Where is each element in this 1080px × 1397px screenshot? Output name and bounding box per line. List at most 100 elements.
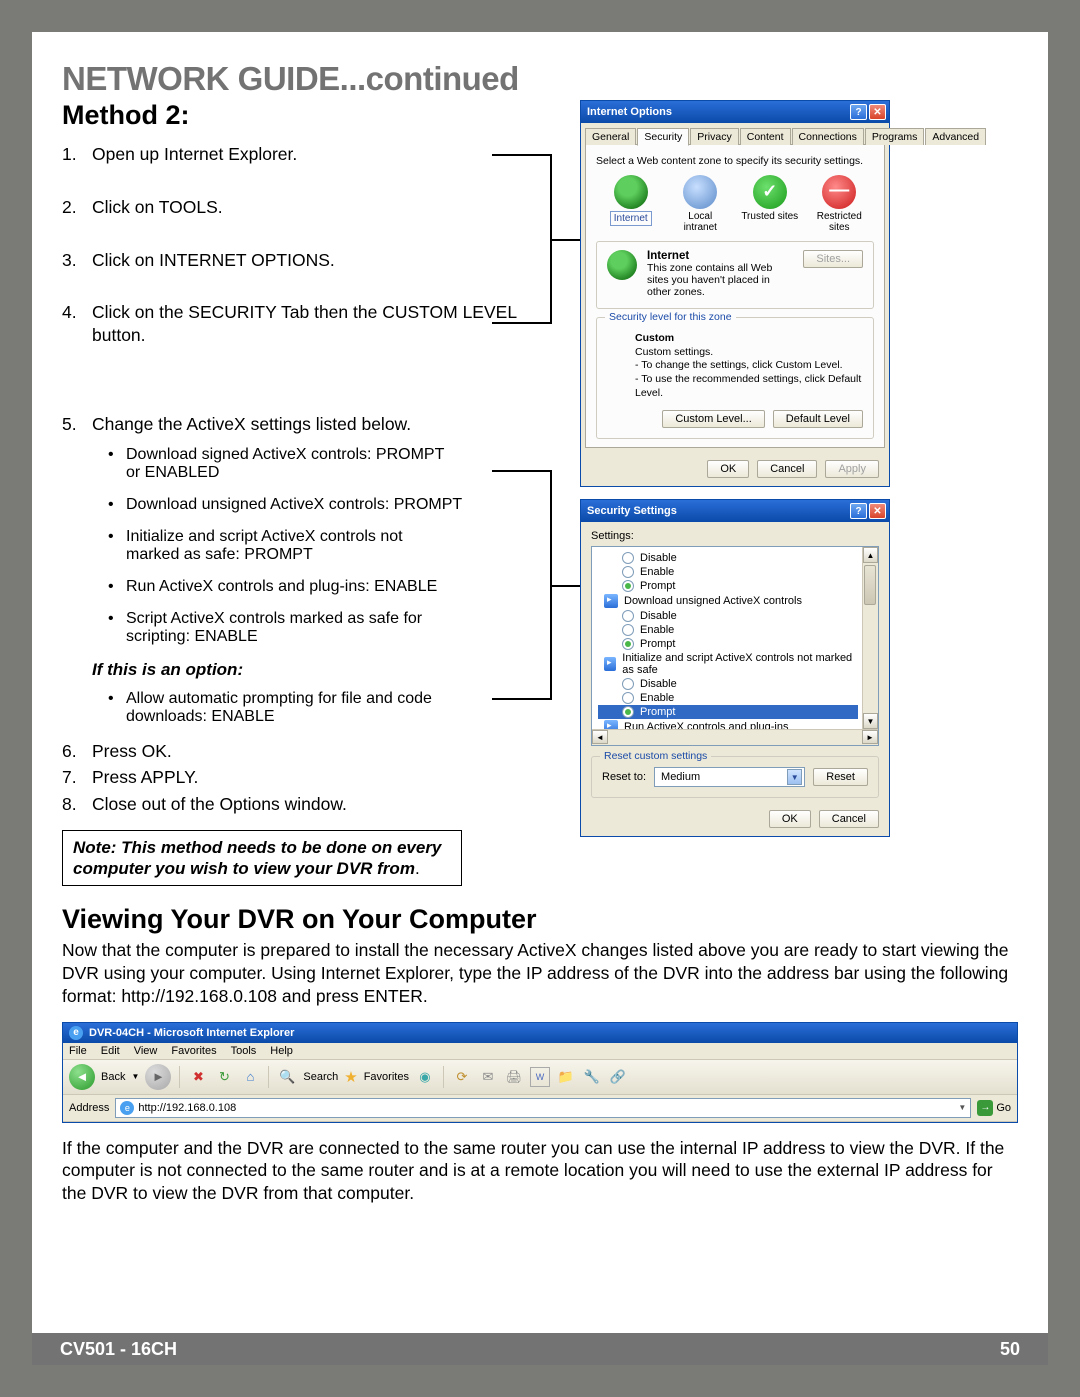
menu-tools[interactable]: Tools xyxy=(231,1045,257,1057)
window-titlebar: Internet Options ? ✕ xyxy=(581,101,889,123)
print-icon[interactable]: 🖨 xyxy=(504,1067,524,1087)
bracket-connector xyxy=(492,470,552,700)
zone-detail-fieldset: Internet This zone contains all Web site… xyxy=(596,241,874,309)
radio-icon[interactable] xyxy=(622,624,634,636)
menu-help[interactable]: Help xyxy=(270,1045,293,1057)
close-button[interactable]: ✕ xyxy=(869,503,886,519)
stop-icon[interactable]: ✖ xyxy=(188,1067,208,1087)
link-icon[interactable]: 🔗 xyxy=(608,1067,628,1087)
activex-icon xyxy=(604,594,618,608)
footer-page-number: 50 xyxy=(1000,1339,1020,1360)
viewing-paragraph-1: Now that the computer is prepared to ins… xyxy=(62,939,1018,1007)
chevron-down-icon[interactable]: ▼ xyxy=(958,1103,966,1112)
tab-content[interactable]: Content xyxy=(740,128,791,145)
globe-icon xyxy=(614,175,648,209)
radio-icon[interactable] xyxy=(622,566,634,578)
menu-favorites[interactable]: Favorites xyxy=(171,1045,216,1057)
menu-file[interactable]: File xyxy=(69,1045,87,1057)
close-button[interactable]: ✕ xyxy=(869,104,886,120)
activex-icon xyxy=(604,657,616,671)
manual-page: NETWORK GUIDE...continued Method 2: 1.Op… xyxy=(32,32,1048,1365)
scrollbar-vertical[interactable]: ▲ ▼ xyxy=(862,547,878,729)
cancel-button[interactable]: Cancel xyxy=(757,460,817,478)
radio-icon[interactable] xyxy=(622,706,634,718)
tab-programs[interactable]: Programs xyxy=(865,128,925,145)
tab-privacy[interactable]: Privacy xyxy=(690,128,738,145)
apply-button[interactable]: Apply xyxy=(825,460,879,478)
tab-security[interactable]: Security xyxy=(637,128,689,146)
search-icon[interactable]: 🔍 xyxy=(277,1067,297,1087)
internet-options-window: Internet Options ? ✕ General Security Pr… xyxy=(580,100,890,487)
mail-icon[interactable]: ✉ xyxy=(478,1067,498,1087)
reset-fieldset: Reset custom settings Reset to: Medium ▼… xyxy=(591,756,879,798)
settings-list[interactable]: Disable Enable Prompt Download unsigned … xyxy=(591,546,879,746)
ie-address-bar: Address e http://192.168.0.108 ▼ → Go xyxy=(63,1095,1017,1122)
step-list-end: 6.Press OK. 7.Press APPLY. 8.Close out o… xyxy=(62,740,572,816)
folder-icon[interactable]: 📁 xyxy=(556,1067,576,1087)
help-button[interactable]: ? xyxy=(850,104,867,120)
zone-internet[interactable]: Internet xyxy=(601,175,661,233)
screenshots-column: Internet Options ? ✕ General Security Pr… xyxy=(580,100,1018,886)
reset-to-combo[interactable]: Medium ▼ xyxy=(654,767,805,787)
footer-model: CV501 - 16CH xyxy=(60,1339,177,1360)
radio-icon[interactable] xyxy=(622,580,634,592)
radio-icon[interactable] xyxy=(622,692,634,704)
radio-icon[interactable] xyxy=(622,552,634,564)
method-title: Method 2: xyxy=(62,100,572,131)
zone-trusted-sites[interactable]: Trusted sites xyxy=(740,175,800,233)
history-icon[interactable]: ⟳ xyxy=(452,1067,472,1087)
help-button[interactable]: ? xyxy=(850,503,867,519)
reset-button[interactable]: Reset xyxy=(813,768,868,786)
restricted-icon xyxy=(822,175,856,209)
radio-icon[interactable] xyxy=(622,638,634,650)
radio-icon[interactable] xyxy=(622,678,634,690)
instructions-column: Method 2: 1.Open up Internet Explorer. 2… xyxy=(62,100,572,886)
edit-icon[interactable]: W xyxy=(530,1067,550,1087)
tab-strip: General Security Privacy Content Connect… xyxy=(581,123,889,144)
viewing-title: Viewing Your DVR on Your Computer xyxy=(62,904,1018,935)
address-input[interactable]: e http://192.168.0.108 ▼ xyxy=(115,1098,971,1118)
page-footer: CV501 - 16CH 50 xyxy=(32,1333,1048,1365)
globe-icon xyxy=(607,250,637,280)
forward-button[interactable]: ► xyxy=(145,1064,171,1090)
home-icon[interactable]: ⌂ xyxy=(240,1067,260,1087)
viewing-paragraph-2: If the computer and the DVR are connecte… xyxy=(62,1137,1018,1205)
tab-advanced[interactable]: Advanced xyxy=(925,128,986,145)
back-button[interactable]: ◄ xyxy=(69,1064,95,1090)
tab-connections[interactable]: Connections xyxy=(792,128,864,145)
ok-button[interactable]: OK xyxy=(769,810,811,828)
section-title: NETWORK GUIDE...continued xyxy=(62,60,1018,98)
ie-menubar: File Edit View Favorites Tools Help xyxy=(63,1043,1017,1060)
menu-view[interactable]: View xyxy=(134,1045,158,1057)
security-settings-window: Security Settings ? ✕ Settings: Disable … xyxy=(580,499,890,837)
tab-general[interactable]: General xyxy=(585,128,636,145)
window-titlebar: Security Settings ? ✕ xyxy=(581,500,889,522)
intranet-icon xyxy=(683,175,717,209)
ie-window: e DVR-04CH - Microsoft Internet Explorer… xyxy=(62,1022,1018,1123)
ok-button[interactable]: OK xyxy=(707,460,749,478)
favorites-icon[interactable]: ★ xyxy=(344,1068,357,1086)
chevron-down-icon[interactable]: ▼ xyxy=(787,769,802,785)
ie-titlebar: e DVR-04CH - Microsoft Internet Explorer xyxy=(63,1023,1017,1043)
go-button[interactable]: → Go xyxy=(977,1100,1011,1116)
zone-local-intranet[interactable]: Local intranet xyxy=(670,175,730,233)
menu-edit[interactable]: Edit xyxy=(101,1045,120,1057)
refresh-icon[interactable]: ↻ xyxy=(214,1067,234,1087)
default-level-button[interactable]: Default Level xyxy=(773,410,863,428)
ie-icon: e xyxy=(69,1026,83,1040)
ie-toolbar: ◄ Back▼ ► ✖ ↻ ⌂ 🔍 Search ★ Favorites ◉ ⟳… xyxy=(63,1060,1017,1095)
security-level-fieldset: Security level for this zone Custom Cust… xyxy=(596,317,874,439)
bracket-connector xyxy=(492,154,552,324)
cancel-button[interactable]: Cancel xyxy=(819,810,879,828)
note-box: Note: This method needs to be done on ev… xyxy=(62,830,462,887)
media-icon[interactable]: ◉ xyxy=(415,1067,435,1087)
custom-level-button[interactable]: Custom Level... xyxy=(662,410,764,428)
trusted-icon xyxy=(753,175,787,209)
tool-icon[interactable]: 🔧 xyxy=(582,1067,602,1087)
settings-label: Settings: xyxy=(591,530,879,542)
radio-icon[interactable] xyxy=(622,610,634,622)
zone-restricted-sites[interactable]: Restrictedsites xyxy=(809,175,869,233)
scrollbar-horizontal[interactable]: ◄ ► xyxy=(592,729,878,745)
go-arrow-icon: → xyxy=(977,1100,993,1116)
sites-button[interactable]: Sites... xyxy=(803,250,863,268)
